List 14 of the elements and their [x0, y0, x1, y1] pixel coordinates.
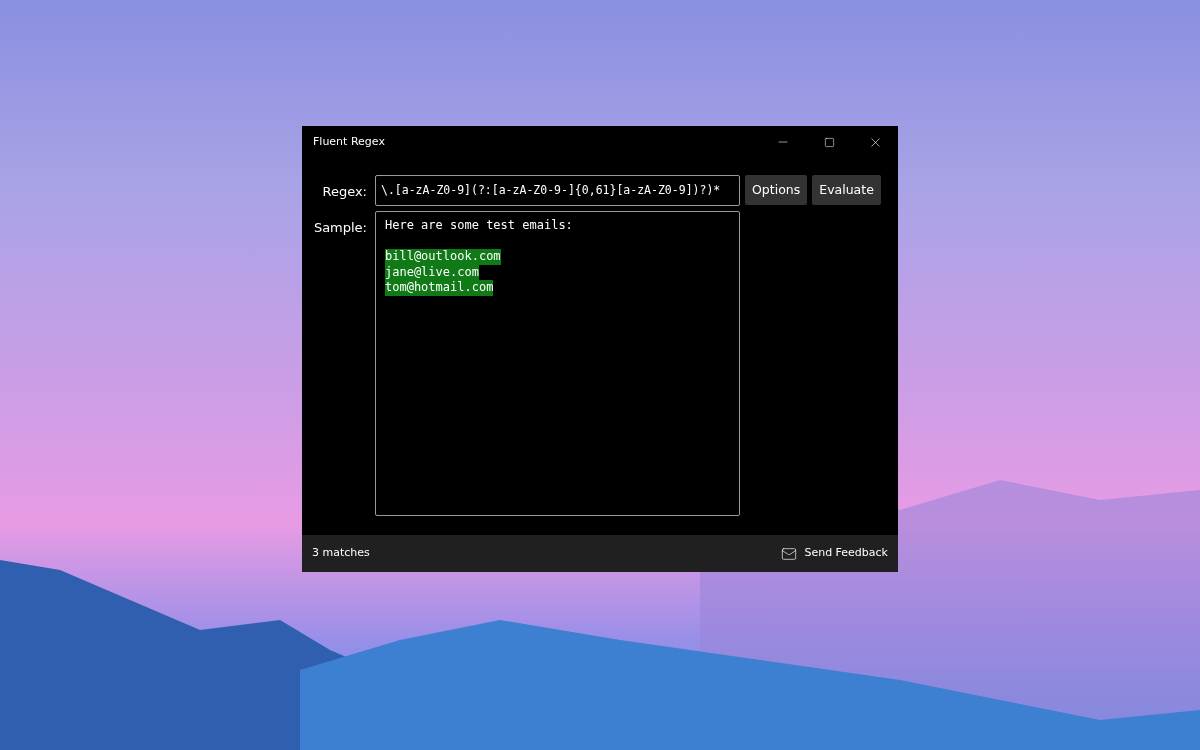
sample-text-area[interactable]: Here are some test emails: bill@outlook.com jane@live.com tom@hotmail.com [375, 211, 740, 516]
matched-email-text: tom@hotmail.com [385, 280, 494, 296]
evaluate-button[interactable]: Evaluate [812, 175, 881, 205]
matched-email-text: bill@outlook.com [385, 249, 501, 265]
regex-label: Regex: [322, 183, 367, 201]
window-title: Fluent Regex [313, 133, 386, 150]
mail-icon [781, 545, 798, 562]
sample-text-line: Here are some test emails: [385, 218, 573, 234]
options-button[interactable]: Options [745, 175, 808, 205]
send-feedback-link[interactable]: Send Feedback [781, 545, 888, 562]
regex-input-field[interactable]: \.[a-zA-Z0-9](?:[a-zA-Z0-9-]{0,61}[a-zA-Z0-9])?)* [375, 175, 740, 206]
match-count-text: 3 matches [312, 545, 370, 562]
sample-label: Sample: [313, 218, 367, 237]
maximize-icon [823, 136, 835, 148]
